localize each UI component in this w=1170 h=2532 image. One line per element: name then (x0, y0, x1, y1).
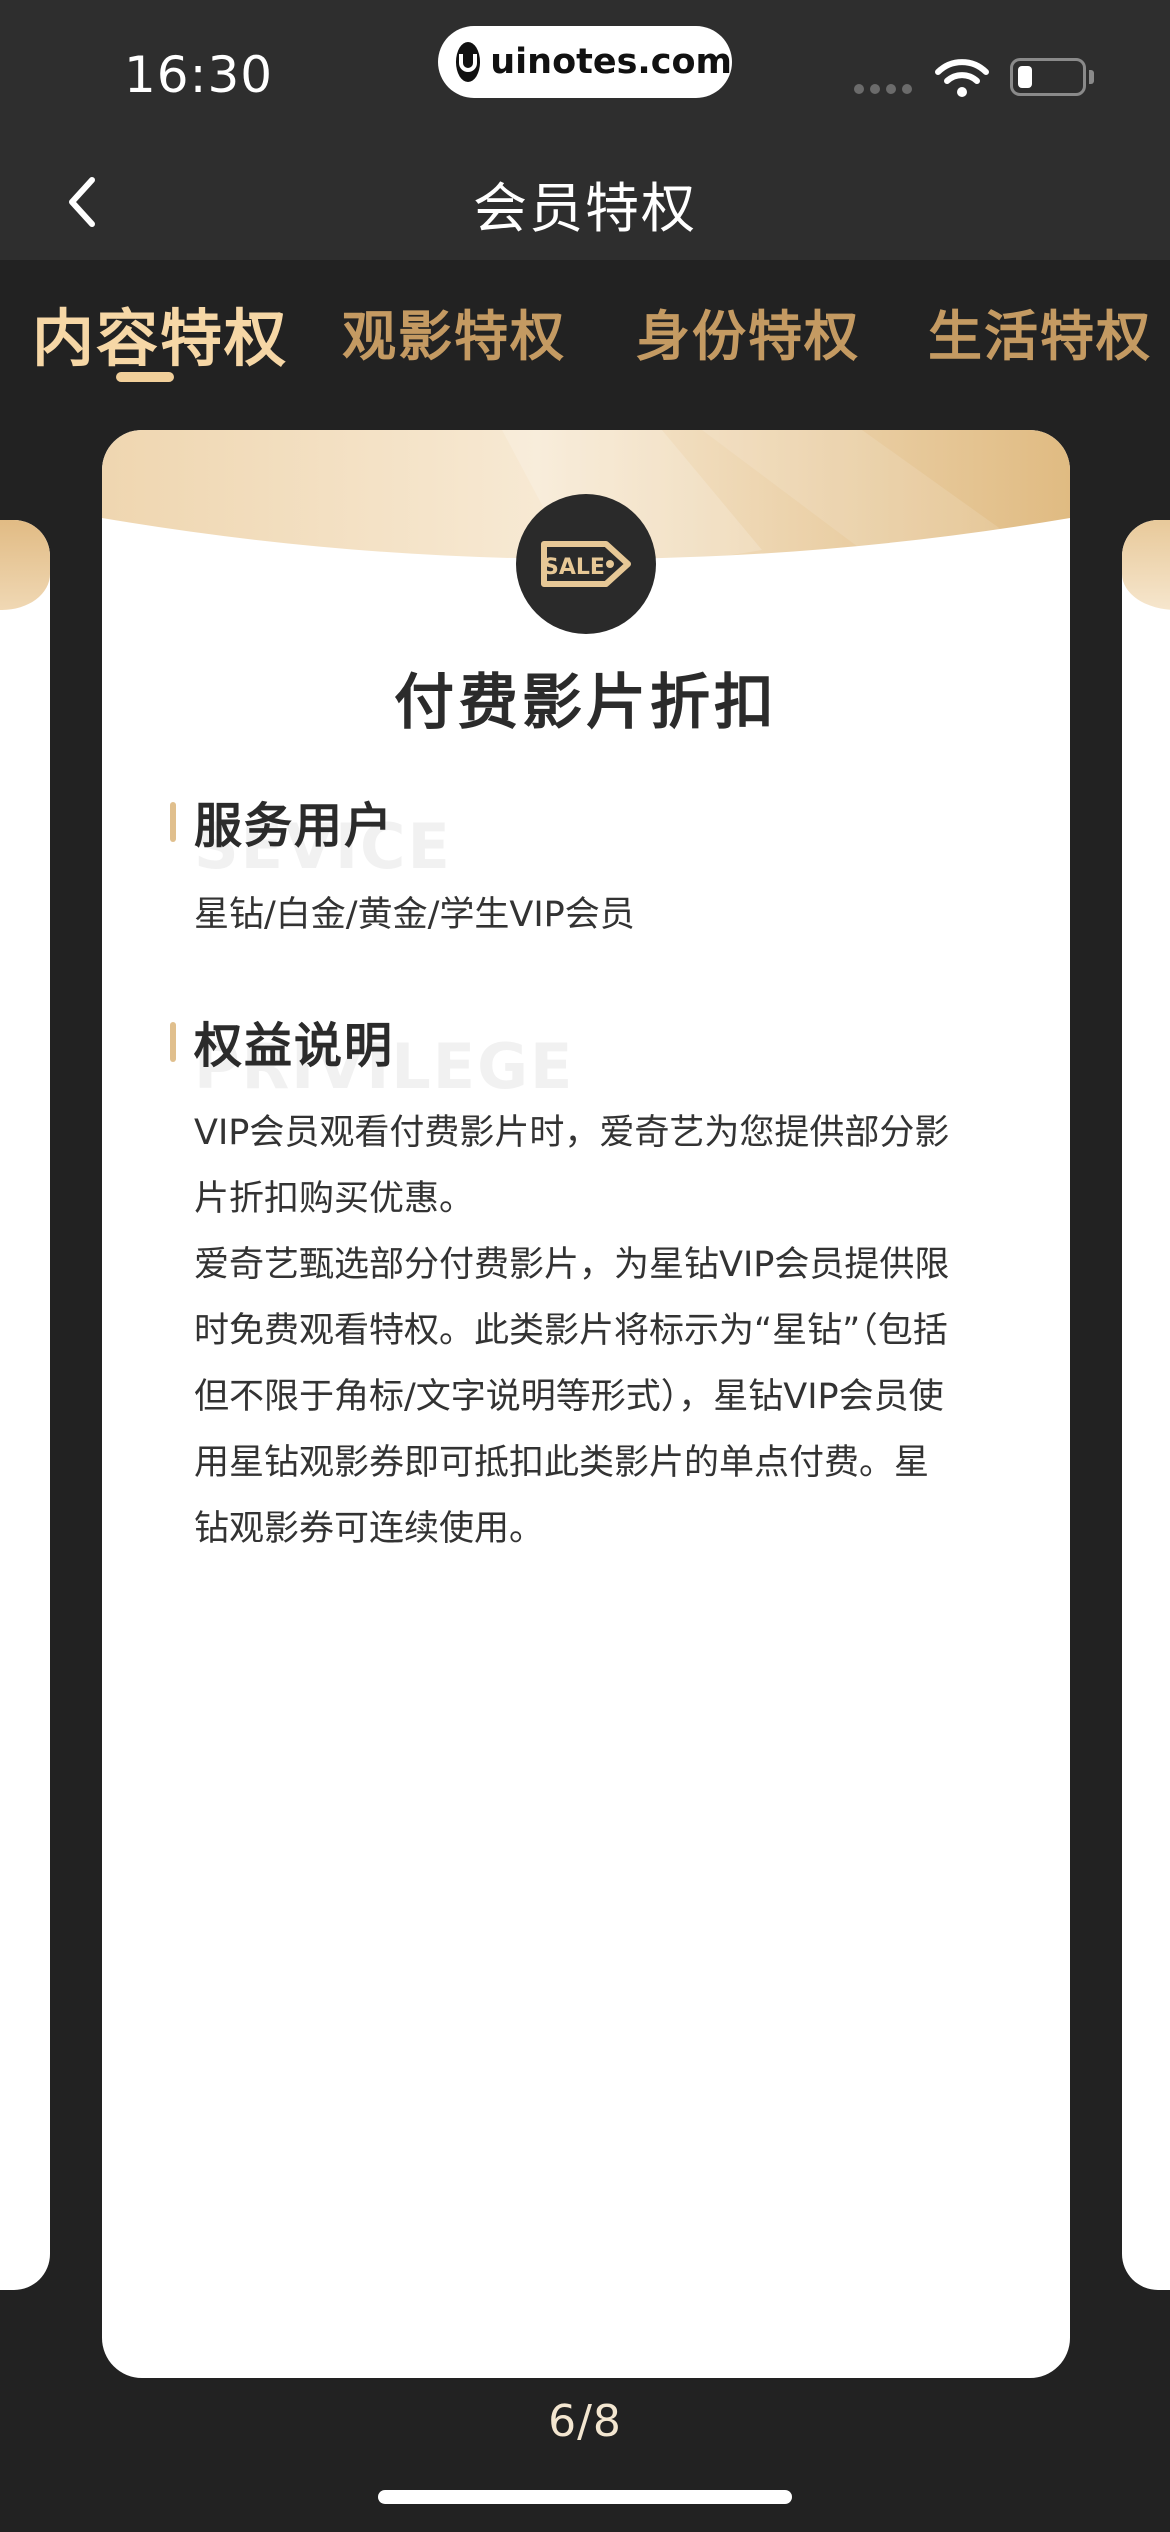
text-line: 钻观影券可连续使用。 (194, 1509, 545, 1549)
privilege-card: SALE 付费影片折扣 SEVICE 服务用户 星钻/白金/黄金/学生VIP会员… (102, 430, 1070, 2378)
battery-cap (1089, 70, 1094, 84)
tab-content-privilege[interactable]: 内容特权 (32, 288, 288, 378)
sale-tag-label: SALE (543, 555, 605, 580)
text-line: 用星钻观影券即可抵扣此类影片的单点付费。星 (194, 1443, 930, 1483)
tab-identity-privilege[interactable]: 身份特权 (636, 292, 860, 371)
tab-viewing-privilege[interactable]: 观影特权 (342, 292, 566, 371)
text-line: 但不限于角标/文字说明等形式），星钻VIP会员使 (194, 1377, 944, 1417)
tab-bar: 内容特权 观影特权 身份特权 生活特权 (0, 260, 1170, 390)
section-text: 星钻/白金/黄金/学生VIP会员 (194, 895, 635, 935)
section-title: 权益说明 (194, 1018, 395, 1074)
battery-icon (1010, 58, 1086, 96)
sale-tag-icon: SALE (516, 494, 656, 634)
tab-life-privilege[interactable]: 生活特权 (928, 292, 1152, 371)
section-title: 服务用户 (194, 798, 395, 854)
text-line: 爱奇艺甄选部分付费影片，为星钻VIP会员提供限 (194, 1245, 950, 1285)
section-accent-bar (170, 802, 176, 842)
previous-card-peek[interactable] (0, 520, 50, 2290)
page-title: 会员特权 (473, 177, 697, 240)
cellular-signal-icon (854, 84, 912, 94)
status-time: 16:30 (124, 46, 274, 104)
card-title: 付费影片折扣 (394, 668, 778, 738)
site-logo-icon (456, 42, 481, 82)
url-pill[interactable]: uinotes.com (438, 26, 732, 98)
section-text: VIP会员观看付费影片时，爱奇艺为您提供部分影 片折扣购买优惠。 爱奇艺甄选部分… (194, 1100, 994, 1562)
top-bar: 16:30 uinotes.com 会员特权 (0, 0, 1170, 260)
text-line: VIP会员观看付费影片时，爱奇艺为您提供部分影 (194, 1113, 950, 1153)
screen: 16:30 uinotes.com 会员特权 内容特权 观影特权 身份特权 生活… (0, 0, 1170, 2532)
page-indicator: 6/8 (548, 2396, 622, 2447)
url-text: uinotes.com (490, 42, 732, 82)
text-line: 片折扣购买优惠。 (194, 1179, 475, 1219)
section-accent-bar (170, 1022, 176, 1062)
text-line: 时免费观看特权。此类影片将标示为“星钻”（包括 (194, 1311, 948, 1351)
wifi-icon (935, 59, 989, 97)
tab-active-indicator (116, 372, 174, 382)
next-card-peek[interactable] (1122, 520, 1170, 2290)
home-indicator[interactable] (378, 2490, 792, 2504)
